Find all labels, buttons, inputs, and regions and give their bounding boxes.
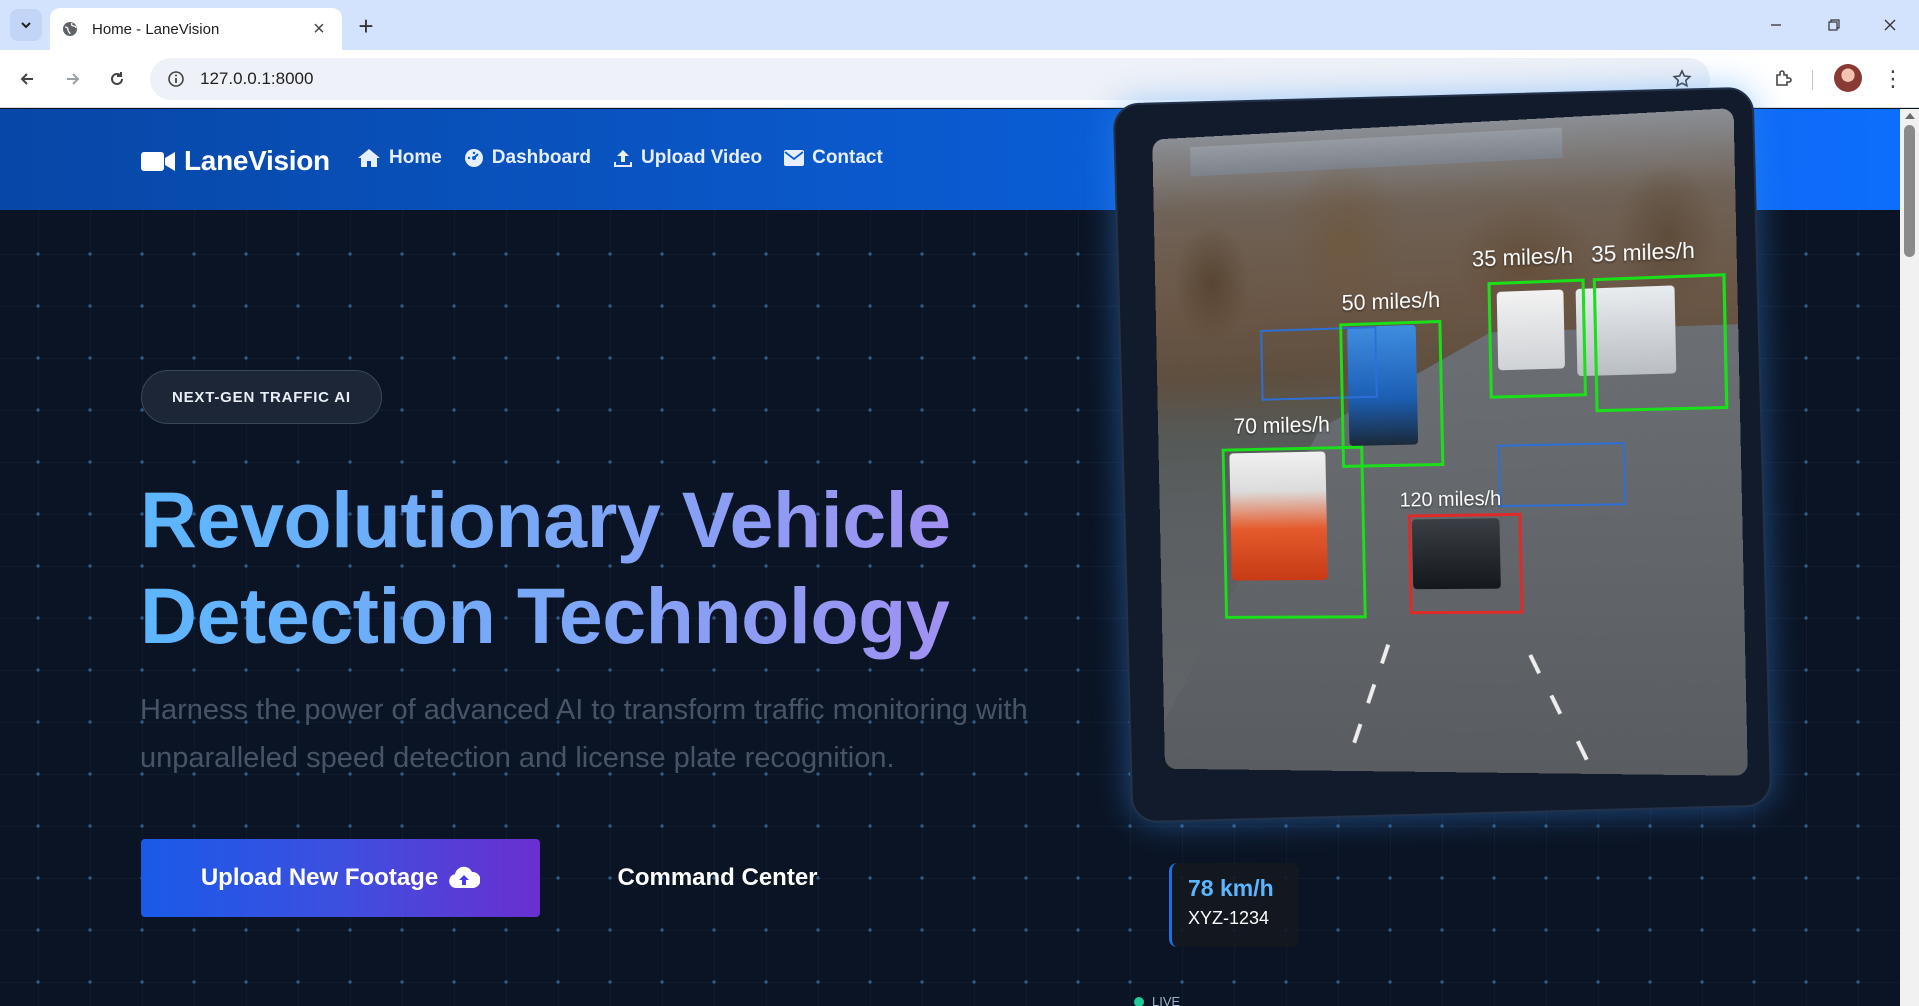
- command-center-button[interactable]: Command Center: [600, 855, 835, 901]
- forward-button[interactable]: [58, 64, 88, 94]
- upload-new-footage-label: Upload New Footage: [200, 864, 439, 891]
- upload-icon: [614, 150, 633, 167]
- reload-button[interactable]: [102, 64, 132, 94]
- nav-upload-video-label: Upload Video: [641, 147, 763, 168]
- detection-box-truck-3: [1592, 273, 1729, 413]
- browser-tab-active[interactable]: Home - LaneVision ×: [50, 8, 342, 50]
- speed-label: 50 miles/h: [1341, 287, 1441, 316]
- live-label: LIVE: [1152, 994, 1181, 1006]
- back-button[interactable]: [12, 64, 42, 94]
- chevron-down-icon: [21, 22, 31, 29]
- new-tab-button[interactable]: +: [352, 11, 380, 41]
- nav-contact-label: Contact: [812, 147, 883, 168]
- minimize-button[interactable]: [1762, 12, 1790, 38]
- speed-label: 70 miles/h: [1233, 411, 1331, 439]
- toolbar-divider: [1812, 70, 1813, 90]
- upload-new-footage-button[interactable]: Upload New Footage: [141, 839, 540, 917]
- envelope-icon: [784, 150, 805, 166]
- live-dot-icon: [1134, 996, 1144, 1006]
- nav-contact[interactable]: Contact: [784, 147, 883, 169]
- speed-label: 35 miles/h: [1471, 242, 1574, 272]
- brand-name: LaneVision: [184, 145, 330, 176]
- browser-tabstrip: Home - LaneVision × +: [0, 0, 1919, 50]
- arrow-left-icon: [20, 73, 33, 85]
- tab-title: Home - LaneVision: [92, 20, 220, 38]
- nav-dashboard[interactable]: Dashboard: [464, 147, 591, 169]
- detection-box-pending: [1497, 442, 1627, 508]
- close-tab-icon[interactable]: ×: [308, 18, 330, 40]
- site-info-icon[interactable]: [164, 67, 188, 91]
- nav-links: Home Dashboard Upload Video Contact: [357, 147, 905, 169]
- speed-label: 120 miles/h: [1399, 487, 1502, 512]
- close-window-button[interactable]: [1876, 12, 1904, 38]
- brand-logo[interactable]: LaneVision: [140, 145, 330, 177]
- scroll-thumb[interactable]: [1904, 125, 1915, 257]
- hero-subtitle: Harness the power of advanced AI to tran…: [140, 694, 1028, 774]
- close-icon: [1884, 19, 1896, 31]
- extensions-button[interactable]: [1768, 64, 1798, 94]
- arrow-right-icon: [67, 73, 80, 85]
- url-text: 127.0.0.1:8000: [200, 69, 314, 88]
- home-icon: [358, 149, 380, 167]
- speed-label: 35 miles/h: [1590, 237, 1696, 268]
- tab-search-button[interactable]: [10, 9, 42, 41]
- detection-box-truck-2: [1487, 278, 1588, 399]
- nav-upload-video[interactable]: Upload Video: [613, 147, 762, 169]
- hero-title: Revolutionary Vehicle Detection Technolo…: [140, 472, 1040, 664]
- restore-button[interactable]: [1820, 12, 1848, 38]
- nav-home[interactable]: Home: [357, 147, 442, 169]
- detection-box-suv-violation: [1407, 512, 1524, 615]
- page-scrollbar[interactable]: [1900, 109, 1919, 1006]
- speed-value: 78 km/h: [1188, 875, 1274, 901]
- minimize-icon: [1771, 24, 1781, 26]
- dashboard-icon: [464, 149, 483, 167]
- license-plate: XYZ-1234: [1188, 908, 1270, 928]
- nav-home-label: Home: [389, 147, 442, 168]
- live-indicator: LIVE: [1134, 994, 1180, 1006]
- detection-box-bus: [1221, 445, 1367, 619]
- reload-icon: [111, 72, 123, 85]
- hero-badge: NEXT-GEN TRAFFIC AI: [141, 370, 382, 424]
- globe-icon: [62, 20, 80, 38]
- video-preview-screen: 50 miles/h 35 miles/h 35 miles/h 70 mile…: [1152, 108, 1748, 776]
- speed-readout-card: 78 km/h XYZ-1234: [1169, 863, 1299, 947]
- browser-menu-icon[interactable]: ⋮: [1878, 64, 1908, 94]
- video-camera-icon: [141, 152, 175, 171]
- puzzle-icon: [1776, 70, 1792, 86]
- restore-icon: [1828, 19, 1840, 31]
- profile-avatar[interactable]: [1834, 64, 1862, 92]
- cloud-upload-icon: [449, 866, 481, 888]
- nav-dashboard-label: Dashboard: [491, 147, 592, 168]
- scroll-up-arrow-icon[interactable]: [1905, 113, 1915, 119]
